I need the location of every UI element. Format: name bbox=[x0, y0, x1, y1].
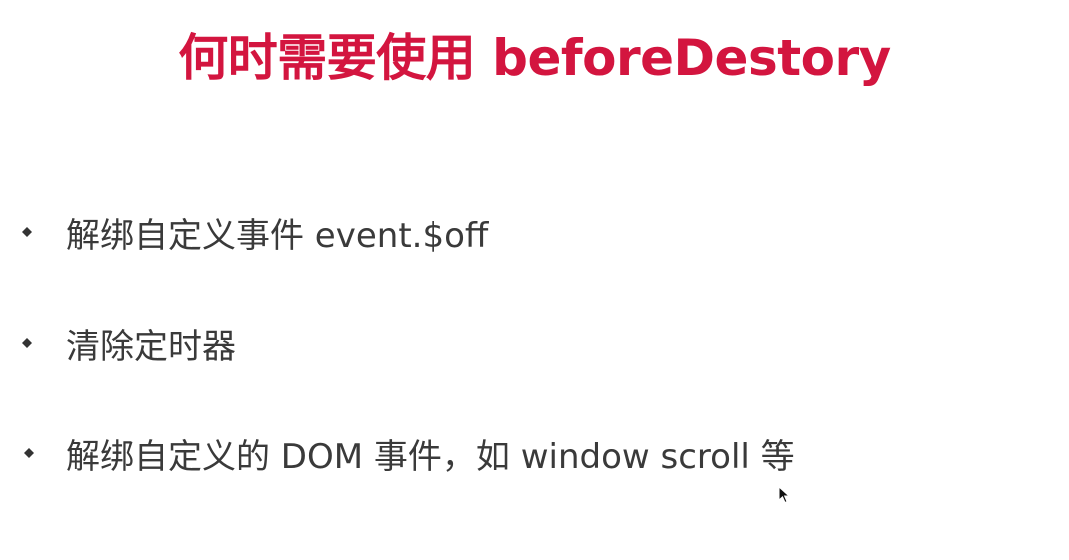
bullet-text: 解绑自定义的 DOM 事件，如 window scroll 等 bbox=[66, 436, 795, 477]
mouse-pointer-icon bbox=[778, 485, 792, 504]
slide: 何时需要使用 beforeDestory 解绑自定义事件 event.$off … bbox=[0, 0, 1069, 560]
bullet-text: 解绑自定义事件 event.$off bbox=[66, 215, 489, 256]
diamond-bullet-icon bbox=[22, 227, 32, 237]
bullet-item: 解绑自定义事件 event.$off bbox=[20, 206, 488, 258]
diamond-bullet-icon bbox=[24, 448, 34, 458]
bullet-item: 解绑自定义的 DOM 事件，如 window scroll 等 bbox=[20, 427, 795, 479]
bullet-text: 清除定时器 bbox=[66, 326, 236, 367]
slide-title: 何时需要使用 beforeDestory bbox=[178, 29, 891, 87]
diamond-bullet-icon bbox=[22, 338, 32, 348]
bullet-item: 清除定时器 bbox=[20, 317, 236, 369]
